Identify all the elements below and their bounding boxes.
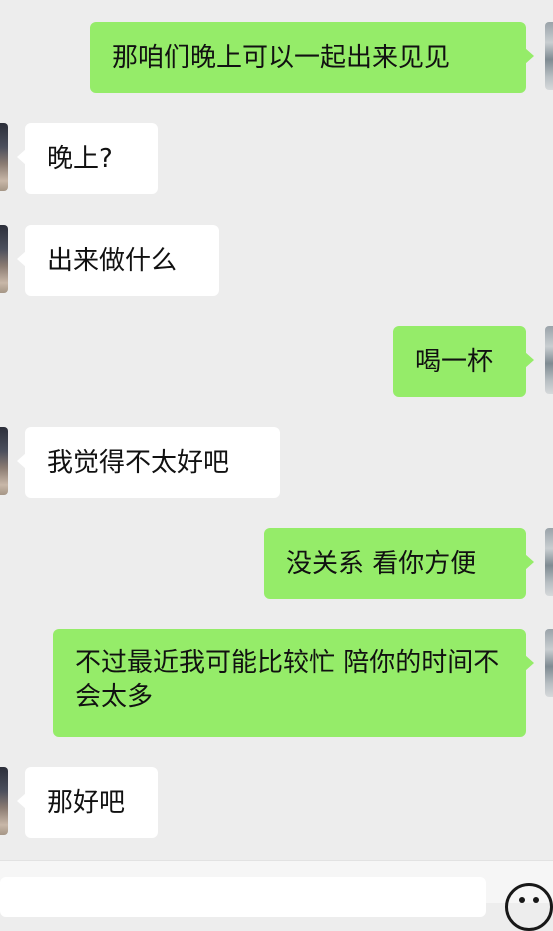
message-text: 那咱们晚上可以一起出来见见 — [112, 42, 451, 73]
message-text: 喝一杯 — [415, 346, 494, 377]
message-text: 出来做什么 — [47, 245, 178, 276]
message-text: 没关系 看你方便 — [286, 548, 477, 579]
contact-avatar[interactable] — [0, 427, 8, 495]
message-input[interactable] — [0, 877, 486, 917]
incoming-message-bubble[interactable]: 那好吧 — [17, 767, 158, 838]
message-text: 那好吧 — [47, 787, 126, 818]
message-text: 晚上? — [47, 143, 113, 174]
emoji-eye — [533, 897, 539, 903]
emoji-eye — [519, 897, 525, 903]
chat-message-list[interactable]: 那咱们晚上可以一起出来见见 晚上? 出来做什么 喝一杯 我觉得不太好吧 没关系 … — [0, 0, 553, 860]
contact-avatar[interactable] — [0, 123, 8, 191]
outgoing-message-bubble[interactable]: 那咱们晚上可以一起出来见见 — [90, 22, 534, 93]
contact-avatar[interactable] — [0, 225, 8, 293]
chat-input-bar — [0, 860, 553, 931]
outgoing-message-bubble[interactable]: 喝一杯 — [393, 326, 534, 397]
message-text: 我觉得不太好吧 — [47, 447, 230, 478]
incoming-message-bubble[interactable]: 出来做什么 — [17, 225, 219, 296]
my-avatar[interactable] — [545, 528, 553, 596]
outgoing-message-bubble[interactable]: 没关系 看你方便 — [264, 528, 534, 599]
emoji-face-icon[interactable] — [505, 883, 553, 931]
my-avatar[interactable] — [545, 629, 553, 697]
my-avatar[interactable] — [545, 326, 553, 394]
contact-avatar[interactable] — [0, 767, 8, 835]
my-avatar[interactable] — [545, 22, 553, 90]
incoming-message-bubble[interactable]: 晚上? — [17, 123, 158, 194]
incoming-message-bubble[interactable]: 我觉得不太好吧 — [17, 427, 280, 498]
message-text: 不过最近我可能比较忙 陪你的时间不会太多 — [75, 648, 500, 712]
outgoing-message-bubble[interactable]: 不过最近我可能比较忙 陪你的时间不会太多 — [53, 629, 534, 737]
